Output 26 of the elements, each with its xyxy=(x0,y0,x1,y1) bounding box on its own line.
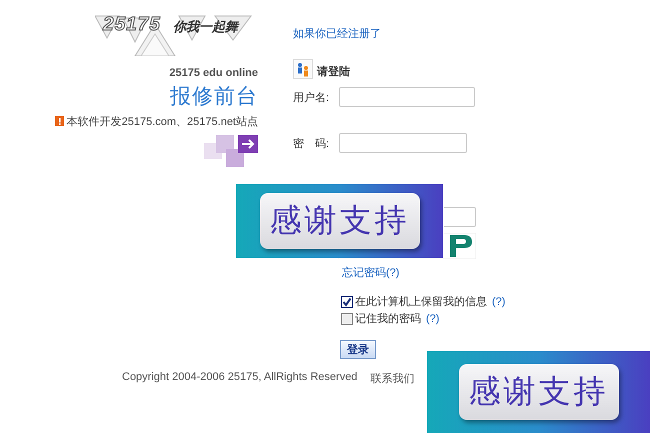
checkbox[interactable] xyxy=(341,312,353,324)
users-icon xyxy=(293,59,313,79)
help-link[interactable]: (?) xyxy=(426,312,440,324)
page-title: 报修前台 xyxy=(170,84,258,110)
username-field[interactable] xyxy=(339,87,475,107)
login-button[interactable]: 登录 xyxy=(340,340,376,359)
captcha-field[interactable] xyxy=(444,207,476,227)
option-label: 记住我的密码 xyxy=(355,312,421,326)
username-label: 用户名: xyxy=(293,90,330,104)
checkbox[interactable] xyxy=(341,296,353,308)
contact-link[interactable]: 联系我们 xyxy=(370,371,414,386)
register-link[interactable]: 如果你已经注册了 xyxy=(293,26,381,41)
banner-text: 感谢支持 xyxy=(260,193,420,249)
password-field[interactable] xyxy=(339,133,467,153)
notice-text: 本软件开发25175.com、25175.net站点 xyxy=(66,114,258,129)
help-link[interactable]: (?) xyxy=(492,296,506,308)
banner-text: 感谢支持 xyxy=(458,364,618,420)
forgot-password-link[interactable]: 忘记密码(?) xyxy=(342,265,400,280)
copyright-text: Copyright 2004-2006 25175, AllRights Reserved xyxy=(122,371,358,385)
login-heading: 请登陆 xyxy=(317,64,350,79)
arrow-squares-icon[interactable] xyxy=(204,135,258,167)
warning-icon xyxy=(54,116,65,127)
password-label: 密 码: xyxy=(293,136,330,150)
option-label: 在此计算机上保留我的信息 xyxy=(355,295,487,309)
site-subtitle: 25175 edu online xyxy=(169,67,258,79)
logo: 25175 你我一起舞 xyxy=(95,12,258,56)
